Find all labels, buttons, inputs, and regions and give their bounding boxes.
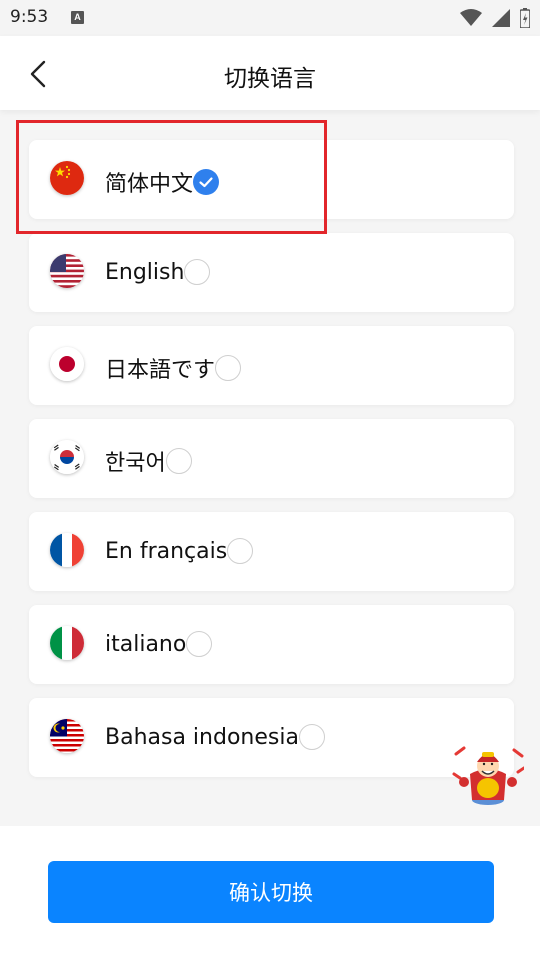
language-option-korean[interactable]: 한국어 <box>29 419 514 498</box>
footer-bar: 确认切换 <box>0 826 540 960</box>
usa-flag-icon <box>50 254 84 288</box>
language-list: 简体中文 English 日本語です 한국어 En français itali… <box>29 140 514 791</box>
status-icons <box>460 8 530 28</box>
language-label: 日本語です <box>105 358 216 383</box>
fortune-mascot-icon[interactable] <box>452 744 526 806</box>
italy-flag-icon <box>50 626 84 660</box>
language-label: Bahasa indonesia <box>105 724 299 750</box>
battery-icon <box>520 8 530 28</box>
language-label: En français <box>105 538 228 564</box>
france-flag-icon <box>50 533 84 567</box>
radio-unchecked-icon[interactable] <box>215 355 242 381</box>
status-time: 9:53 <box>10 7 49 27</box>
language-label: English <box>105 259 185 285</box>
language-option-japanese[interactable]: 日本語です <box>29 326 514 405</box>
language-option-english[interactable]: English <box>29 233 514 312</box>
japan-flag-icon <box>50 347 84 381</box>
header-bar: 切换语言 <box>0 36 540 110</box>
radio-unchecked-icon[interactable] <box>165 448 192 474</box>
radio-unchecked-icon[interactable] <box>186 631 213 657</box>
notification-icon: A <box>71 11 84 24</box>
language-label: italiano <box>105 631 187 657</box>
korea-flag-icon <box>50 440 84 474</box>
confirm-switch-button[interactable]: 确认切换 <box>48 861 494 923</box>
status-bar: 9:53 A <box>0 0 540 36</box>
selection-highlight-box <box>16 120 327 234</box>
radio-unchecked-icon[interactable] <box>184 259 211 285</box>
language-label: 한국어 <box>105 451 166 476</box>
page-title: 切换语言 <box>224 66 316 92</box>
malaysia-flag-icon <box>50 719 84 753</box>
language-option-french[interactable]: En français <box>29 512 514 591</box>
language-option-italian[interactable]: italiano <box>29 605 514 684</box>
radio-unchecked-icon[interactable] <box>227 538 254 564</box>
wifi-icon <box>460 9 482 26</box>
radio-unchecked-icon[interactable] <box>298 724 325 750</box>
signal-icon <box>492 9 510 27</box>
language-option-indonesian[interactable]: Bahasa indonesia <box>29 698 514 777</box>
